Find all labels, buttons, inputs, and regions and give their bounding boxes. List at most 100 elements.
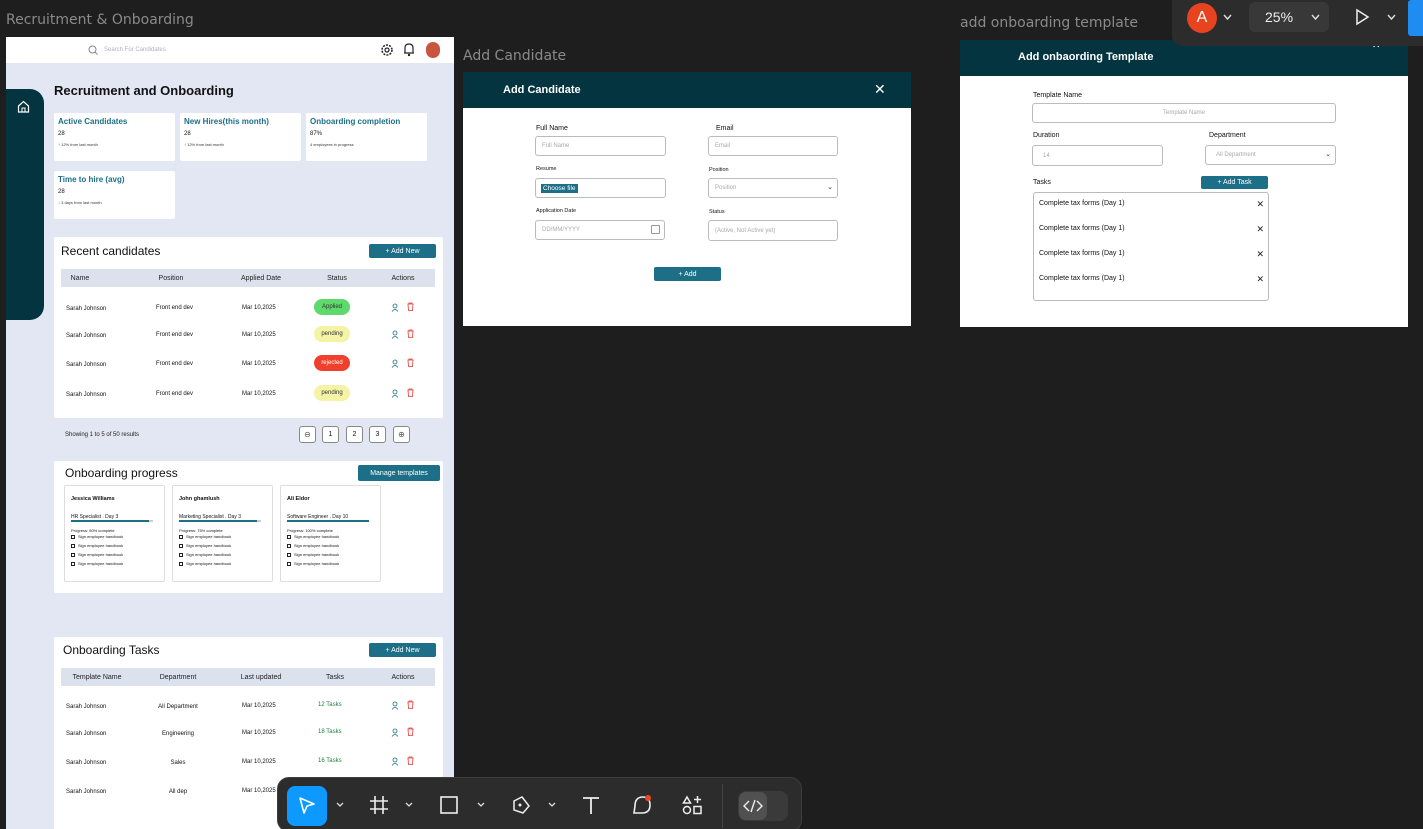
user-avatar[interactable]: A	[1187, 3, 1217, 33]
template-task-count[interactable]: 12 Tasks	[318, 702, 342, 708]
trash-icon[interactable]	[406, 358, 415, 367]
prev-page-button[interactable]: ⊖	[299, 426, 316, 443]
edit-user-icon[interactable]	[391, 359, 400, 368]
frame-label-main[interactable]: Recruitment & Onboarding	[6, 12, 194, 28]
checkbox[interactable]	[71, 543, 75, 548]
chevron-down-icon[interactable]	[405, 801, 413, 809]
checkbox[interactable]	[287, 552, 291, 557]
progress-card[interactable]: John ghamlush Marketing Specialist . Day…	[172, 485, 273, 582]
gear-icon[interactable]	[380, 43, 394, 57]
checklist-item[interactable]: Sign employee handbook	[179, 543, 231, 548]
bell-icon[interactable]	[403, 42, 415, 57]
search-input[interactable]: Search For Candidates	[104, 47, 166, 53]
chevron-down-icon[interactable]	[336, 801, 344, 809]
manage-templates-button[interactable]: Manage templates	[358, 465, 440, 481]
choose-file-button[interactable]: Choose file	[541, 183, 578, 193]
calendar-icon[interactable]	[651, 225, 660, 234]
template-task-count[interactable]: 16 Tasks	[318, 758, 342, 764]
remove-task-icon[interactable]: ✕	[1256, 249, 1264, 260]
department-select[interactable]: All Department ⌄	[1205, 145, 1336, 165]
checklist-item[interactable]: Sign employee handbook	[287, 552, 339, 557]
rectangle-tool-button[interactable]	[435, 791, 463, 819]
avatar[interactable]	[426, 42, 440, 58]
add-candidate-button[interactable]: + Add New	[369, 244, 436, 258]
checkbox[interactable]	[179, 534, 183, 539]
frame-tool-button[interactable]	[365, 791, 393, 819]
edit-user-icon[interactable]	[391, 389, 400, 398]
checkbox[interactable]	[71, 561, 75, 566]
application-date-input[interactable]: DD/MM/YYYY	[535, 220, 665, 240]
checklist-item[interactable]: Sign employee handbook	[71, 561, 123, 566]
progress-card[interactable]: Jessica Williams HR Specialist . Day 3 P…	[64, 485, 165, 582]
template-task-count[interactable]: 18 Tasks	[318, 729, 342, 735]
pen-tool-button[interactable]	[507, 791, 535, 819]
chevron-down-icon[interactable]	[548, 801, 556, 809]
move-tool-button[interactable]	[287, 786, 327, 826]
chevron-down-icon[interactable]	[1387, 14, 1396, 21]
home-icon[interactable]	[17, 100, 30, 113]
full-name-input[interactable]: Full Name	[535, 136, 666, 156]
text-tool-button[interactable]	[577, 791, 605, 819]
field-label: Email	[716, 125, 734, 132]
dev-mode-toggle[interactable]	[738, 791, 788, 821]
next-page-button[interactable]: ⊕	[393, 426, 410, 443]
checklist-item[interactable]: Sign employee handbook	[287, 543, 339, 548]
checkbox[interactable]	[287, 543, 291, 548]
chevron-down-icon[interactable]	[477, 801, 485, 809]
template-name-input[interactable]: Template Name	[1032, 103, 1336, 123]
share-button[interactable]	[1408, 0, 1423, 36]
status-input[interactable]: (Active, Not Active yet)	[708, 220, 838, 241]
progress-card[interactable]: Ali Eldor Software Engineer . Day 10 Pro…	[280, 485, 381, 582]
checklist-item[interactable]: Sign employee handbook	[287, 534, 339, 539]
zoom-control[interactable]: 25%	[1249, 2, 1329, 32]
duration-input[interactable]: 14	[1032, 145, 1163, 166]
trash-icon[interactable]	[406, 388, 415, 397]
trash-icon[interactable]	[406, 700, 415, 709]
actions-tool-button[interactable]	[678, 791, 706, 819]
checklist-item[interactable]: Sign employee handbook	[71, 534, 123, 539]
stat-sub: ↓ 3 days from last month	[58, 200, 102, 205]
edit-user-icon[interactable]	[391, 330, 400, 339]
play-icon[interactable]	[1353, 8, 1371, 26]
page-button[interactable]: 1	[322, 426, 339, 443]
checkbox[interactable]	[287, 534, 291, 539]
email-input[interactable]: Email	[708, 136, 838, 156]
edit-user-icon[interactable]	[391, 303, 400, 312]
checklist-label: Sign employee handbook	[78, 552, 124, 557]
page-button[interactable]: 3	[369, 426, 386, 443]
remove-task-icon[interactable]: ✕	[1256, 224, 1264, 235]
add-task-template-button[interactable]: + Add New	[369, 643, 436, 657]
add-button[interactable]: + Add	[654, 267, 721, 281]
comment-tool-button[interactable]	[628, 791, 656, 819]
checkbox[interactable]	[179, 561, 183, 566]
checklist-item[interactable]: Sign employee handbook	[71, 543, 123, 548]
position-select[interactable]: Position ⌄	[708, 178, 838, 198]
checklist-item[interactable]: Sign employee handbook	[179, 534, 231, 539]
checklist-item[interactable]: Sign employee handbook	[71, 552, 123, 557]
checkbox[interactable]	[179, 552, 183, 557]
checkbox[interactable]	[287, 561, 291, 566]
trash-icon[interactable]	[406, 727, 415, 736]
add-task-button[interactable]: + Add Task	[1201, 176, 1268, 189]
checkbox[interactable]	[71, 552, 75, 557]
trash-icon[interactable]	[406, 329, 415, 338]
remove-task-icon[interactable]: ✕	[1256, 274, 1264, 285]
edit-user-icon[interactable]	[391, 728, 400, 737]
edit-user-icon[interactable]	[391, 701, 400, 710]
chevron-down-icon[interactable]	[1223, 14, 1232, 21]
frame-label-template[interactable]: add onboarding template	[960, 15, 1138, 31]
trash-icon[interactable]	[406, 756, 415, 765]
resume-field[interactable]: Choose file	[535, 178, 666, 198]
edit-user-icon[interactable]	[391, 757, 400, 766]
checkbox[interactable]	[179, 543, 183, 548]
frame-label-add-candidate[interactable]: Add Candidate	[463, 48, 566, 64]
checklist-item[interactable]: Sign employee handbook	[287, 561, 339, 566]
page-button[interactable]: 2	[346, 426, 363, 443]
checklist-item[interactable]: Sign employee handbook	[179, 561, 231, 566]
checkbox[interactable]	[71, 534, 75, 539]
progress-text: Progress: 50% complete	[71, 528, 115, 533]
close-icon[interactable]: ✕	[874, 81, 886, 98]
trash-icon[interactable]	[406, 302, 415, 311]
remove-task-icon[interactable]: ✕	[1256, 199, 1264, 210]
checklist-item[interactable]: Sign employee handbook	[179, 552, 231, 557]
